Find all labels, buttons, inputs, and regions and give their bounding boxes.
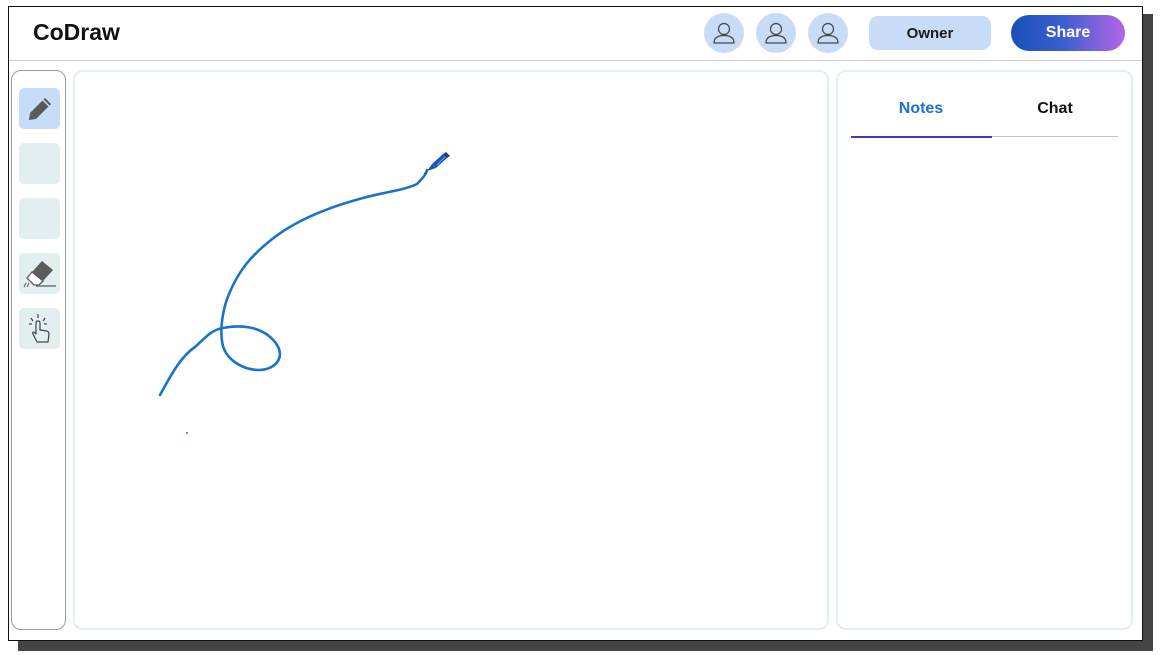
share-button[interactable]: Share bbox=[1011, 15, 1125, 51]
app-logo: CoDraw bbox=[33, 19, 120, 45]
collaborator-avatar[interactable] bbox=[704, 13, 744, 53]
pen-dot bbox=[186, 432, 188, 434]
tool-sidebar bbox=[11, 70, 66, 630]
owner-button[interactable]: Owner bbox=[869, 16, 991, 50]
app-window: CoDraw Owner Share Notes Chat bbox=[8, 6, 1143, 641]
tool-slot-empty[interactable] bbox=[19, 143, 60, 184]
tab-divider bbox=[992, 136, 1118, 137]
pointer-icon bbox=[28, 313, 50, 343]
eraser-tool-button[interactable] bbox=[19, 253, 60, 294]
tab-notes[interactable]: Notes bbox=[851, 100, 991, 118]
collaborator-avatar[interactable] bbox=[756, 13, 796, 53]
user-icon bbox=[713, 22, 735, 44]
side-panel: Notes Chat bbox=[836, 70, 1133, 630]
eraser-icon bbox=[23, 260, 56, 287]
user-icon bbox=[817, 22, 839, 44]
pen-cursor-icon bbox=[423, 152, 450, 175]
collaborator-avatar[interactable] bbox=[808, 13, 848, 53]
tab-chat[interactable]: Chat bbox=[985, 100, 1125, 118]
pencil-icon bbox=[28, 97, 51, 120]
drawing-canvas[interactable] bbox=[73, 70, 829, 630]
drawing-layer bbox=[158, 152, 450, 434]
pointer-tool-button[interactable] bbox=[19, 308, 60, 349]
tool-slot-empty[interactable] bbox=[19, 198, 60, 239]
pencil-tool-button[interactable] bbox=[19, 88, 60, 129]
active-tab-indicator bbox=[851, 136, 992, 138]
top-bar: CoDraw Owner Share bbox=[9, 7, 1142, 61]
user-icon bbox=[765, 22, 787, 44]
pen-stroke bbox=[158, 168, 429, 397]
